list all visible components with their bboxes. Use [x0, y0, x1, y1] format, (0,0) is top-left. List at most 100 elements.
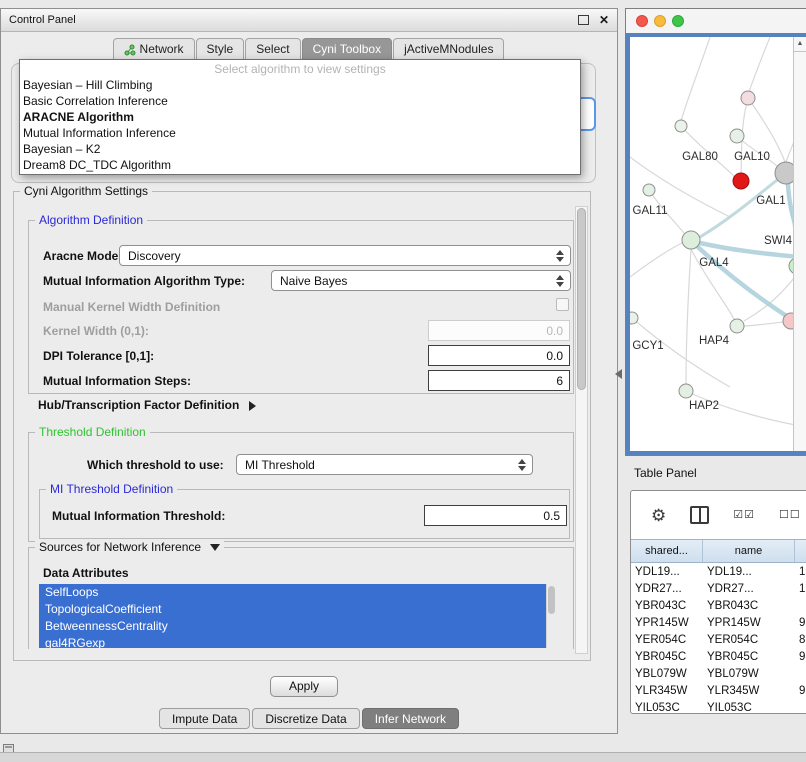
data-attributes-label: Data Attributes	[43, 566, 129, 580]
network-node[interactable]	[682, 231, 700, 249]
checked-boxes-icon[interactable]: ☑☑	[733, 510, 755, 521]
cell-shared: YBR043C	[631, 600, 703, 612]
control-panel-window: Control Panel ✕ Network Style Select Cyn…	[0, 8, 618, 734]
table-row[interactable]: YIL053CYIL053C	[631, 699, 806, 714]
column-header-name[interactable]: name	[703, 540, 795, 562]
mi-algorithm-type-select[interactable]: Naive Bayes	[271, 270, 571, 291]
mi-steps-value: 6	[556, 374, 563, 388]
sources-group-title: Sources for Network Inference	[39, 540, 201, 554]
node-label: HAP2	[689, 400, 719, 412]
popup-item-selected[interactable]: ARACNE Algorithm	[20, 109, 580, 125]
panel-splitter-collapse-icon[interactable]	[615, 369, 622, 379]
minimize-traffic-light-icon[interactable]	[654, 15, 666, 27]
table-header: shared... name	[631, 539, 806, 563]
close-traffic-light-icon[interactable]	[636, 15, 648, 27]
control-panel-tabs: Network Style Select Cyni Toolbox jActiv…	[1, 38, 617, 61]
zoom-traffic-light-icon[interactable]	[672, 15, 684, 27]
popup-item[interactable]: Basic Correlation Inference	[20, 93, 580, 109]
cell-value: 9.	[795, 651, 806, 663]
popup-item[interactable]: Bayesian – K2	[20, 141, 580, 157]
cell-name: YPR145W	[703, 617, 795, 629]
network-node[interactable]	[630, 312, 638, 324]
group-title: Algorithm Definition	[35, 213, 147, 227]
network-node[interactable]	[730, 129, 744, 143]
network-node[interactable]	[730, 319, 744, 333]
list-item-selected[interactable]: TopologicalCoefficient	[39, 601, 546, 618]
cell-value: 9.	[795, 617, 806, 629]
network-node[interactable]	[741, 91, 755, 105]
list-item-selected[interactable]: BetweennessCentrality	[39, 618, 546, 635]
dpi-tolerance-field[interactable]: 0.0	[428, 345, 570, 366]
popup-item[interactable]: Dream8 DC_TDC Algorithm	[20, 157, 580, 173]
network-window-titlebar[interactable]	[626, 9, 806, 33]
control-panel-titlebar[interactable]: Control Panel ✕	[1, 9, 617, 32]
cell-name: YBR043C	[703, 600, 795, 612]
float-window-icon[interactable]	[578, 15, 589, 25]
which-threshold-value: MI Threshold	[245, 458, 315, 472]
unchecked-boxes-icon[interactable]: ☐☐	[779, 510, 801, 521]
mi-algorithm-type-label: Mutual Information Algorithm Type:	[43, 274, 245, 288]
table-row[interactable]: YBL079WYBL079W	[631, 665, 806, 682]
popup-item[interactable]: Mutual Information Inference	[20, 125, 580, 141]
tab-infer-network[interactable]: Infer Network	[362, 708, 459, 729]
manual-kernel-width-checkbox[interactable]	[556, 298, 569, 311]
gear-icon[interactable]: ⚙	[651, 507, 666, 524]
table-row[interactable]: YBR043CYBR043C	[631, 597, 806, 614]
mi-steps-label: Mutual Information Steps:	[43, 374, 191, 388]
tab-discretize-data[interactable]: Discretize Data	[252, 708, 359, 729]
table-row[interactable]: YER054CYER054C8.	[631, 631, 806, 648]
table-row[interactable]: YLR345WYLR345W9.	[631, 682, 806, 699]
network-scrollbar[interactable]: ▲	[793, 37, 806, 451]
table-row[interactable]: YDR27...YDR27...12	[631, 580, 806, 597]
table-row[interactable]: YDL19...YDL19...13	[631, 563, 806, 580]
tab-network[interactable]: Network	[113, 38, 195, 61]
aracne-mode-select[interactable]: Discovery	[119, 245, 571, 266]
sources-group-toggle[interactable]: Sources for Network Inference	[35, 540, 224, 554]
group-title: Threshold Definition	[35, 425, 150, 439]
tab-label: Style	[207, 42, 234, 57]
network-node[interactable]	[675, 120, 687, 132]
tab-label: jActiveMNodules	[404, 42, 493, 57]
tab-impute-data[interactable]: Impute Data	[159, 708, 250, 729]
tab-label: Network	[140, 42, 184, 57]
close-icon[interactable]: ✕	[599, 13, 609, 27]
popup-item[interactable]: Bayesian – Hill Climbing	[20, 77, 580, 93]
tab-jactivemnodules[interactable]: jActiveMNodules	[393, 38, 504, 61]
tab-style[interactable]: Style	[196, 38, 245, 61]
scrollbar-thumb[interactable]	[548, 586, 555, 614]
tab-cyni-toolbox[interactable]: Cyni Toolbox	[302, 38, 392, 61]
list-item-selected[interactable]: SelfLoops	[39, 584, 546, 601]
network-node[interactable]	[643, 184, 655, 196]
column-header-shared[interactable]: shared...	[631, 540, 703, 562]
table-row[interactable]: YPR145WYPR145W9.	[631, 614, 806, 631]
table-row[interactable]: YBR045CYBR045C9.	[631, 648, 806, 665]
scroll-up-icon[interactable]: ▲	[794, 37, 806, 52]
which-threshold-select[interactable]: MI Threshold	[236, 454, 533, 475]
manual-kernel-width-label: Manual Kernel Width Definition	[43, 300, 220, 314]
mi-algorithm-type-value: Naive Bayes	[280, 274, 347, 288]
scrollbar-thumb[interactable]	[577, 208, 586, 390]
network-node[interactable]	[679, 384, 693, 398]
network-node-highlighted[interactable]	[733, 173, 749, 189]
node-label: HAP4	[699, 335, 730, 347]
columns-icon[interactable]	[690, 506, 709, 524]
node-label: GAL4	[699, 257, 729, 269]
apply-button[interactable]: Apply	[270, 676, 338, 697]
cell-shared: YDL19...	[631, 566, 703, 578]
data-attributes-list[interactable]: SelfLoops TopologicalCoefficient Between…	[39, 584, 556, 648]
tab-label: Select	[256, 42, 289, 57]
hub-section-toggle[interactable]: Hub/Transcription Factor Definition	[38, 398, 256, 412]
table-body: YDL19...YDL19...13 YDR27...YDR27...12 YB…	[631, 563, 806, 714]
mi-steps-field[interactable]: 6	[428, 370, 570, 391]
cell-shared: YIL053C	[631, 702, 703, 714]
cell-name: YBR045C	[703, 651, 795, 663]
tab-select[interactable]: Select	[245, 38, 300, 61]
kernel-width-field[interactable]: 0.0	[428, 320, 570, 341]
list-item-selected[interactable]: gal4RGexp	[39, 635, 546, 648]
mi-threshold-field[interactable]: 0.5	[424, 505, 567, 526]
column-header-partial[interactable]	[795, 540, 806, 562]
mi-threshold-definition-group: MI Threshold Definition Mutual Informati…	[39, 489, 570, 539]
settings-scrollbar[interactable]	[575, 206, 588, 654]
list-scrollbar[interactable]	[546, 584, 556, 648]
network-canvas[interactable]: GAL80 GAL10 GAL11 GAL1 SWI4 GAL4 GCY1 HA…	[630, 37, 806, 455]
